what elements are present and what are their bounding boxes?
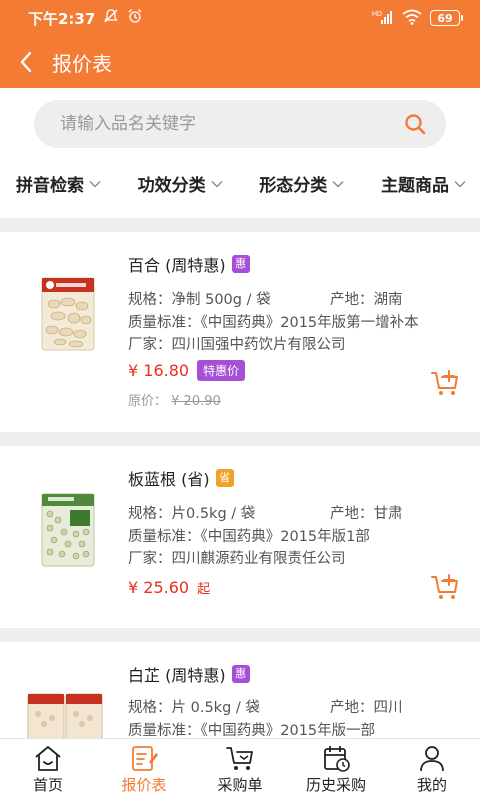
mute-icon <box>103 8 119 28</box>
product-spec: 规格：片0.5kg / 袋 <box>128 506 256 522</box>
battery-indicator: 69 <box>430 10 463 26</box>
province-tag: 省 <box>215 469 234 487</box>
filter-label: 功效分类 <box>137 175 206 196</box>
nav-label: 首页 <box>32 776 63 794</box>
discount-tag: 惠 <box>231 255 250 273</box>
product-name: 板蓝根 (省) 省 <box>128 466 234 490</box>
price-list-icon <box>132 746 158 771</box>
product-name: 白芷 (周特惠) 惠 <box>128 662 250 686</box>
filter-form[interactable]: 形态分类 <box>259 171 344 196</box>
special-price-badge: 特惠价 <box>197 360 246 381</box>
product-spec: 规格：片 0.5kg / 袋 <box>128 700 260 716</box>
search-icon[interactable] <box>404 113 426 135</box>
nav-history[interactable]: 历史采购 <box>288 739 384 800</box>
product-origin: 产地：湖南 <box>330 292 403 308</box>
chevron-down-icon <box>332 181 344 188</box>
nav-price-list[interactable]: 报价表 <box>96 739 192 800</box>
nav-label: 报价表 <box>121 776 167 794</box>
search-filter-panel: 拼音检索 功效分类 形态分类 主题商品 <box>0 88 480 218</box>
chevron-down-icon <box>454 181 466 188</box>
bottom-nav: 首页 报价表 采购单 历史采购 我的 <box>0 738 480 800</box>
search-input[interactable] <box>60 114 404 134</box>
original-price-value: ¥ 20.90 <box>171 394 221 409</box>
product-name: 百合 (周特惠) 惠 <box>128 252 250 276</box>
page-title: 报价表 <box>52 51 112 76</box>
filter-label: 形态分类 <box>259 175 328 196</box>
add-cart-icon <box>431 370 458 395</box>
filter-pinyin[interactable]: 拼音检索 <box>16 171 101 196</box>
search-box <box>34 100 446 148</box>
original-price: 原价： ¥ 20.90 <box>128 390 221 409</box>
back-button[interactable] <box>0 36 52 88</box>
chevron-down-icon <box>211 181 223 188</box>
price-value: ¥ 25.60 <box>128 578 190 597</box>
product-name-text: 板蓝根 (省) <box>128 470 210 489</box>
cart-icon <box>226 747 253 770</box>
discount-tag: 惠 <box>231 665 250 683</box>
nav-home[interactable]: 首页 <box>0 739 96 800</box>
filter-bar: 拼音检索 功效分类 形态分类 主题商品 <box>0 160 480 206</box>
product-origin: 产地：甘肃 <box>330 506 403 522</box>
status-time: 下午2:37 <box>28 9 96 28</box>
product-maker: 厂家：四川国强中药饮片有限公司 <box>128 337 346 353</box>
alarm-icon <box>127 8 143 28</box>
product-image <box>36 276 100 352</box>
signal-icon: HD <box>372 9 394 28</box>
filter-label: 主题商品 <box>380 175 449 196</box>
product-standard: 质量标准：《中国药典》2015年版1部 <box>128 529 370 545</box>
product-card[interactable]: 白芷 (周特惠) 惠 规格：片 0.5kg / 袋 产地：四川 质量标准：《中国… <box>0 642 480 740</box>
add-to-cart-button[interactable] <box>430 368 460 398</box>
app-header: 下午2:37 HD 69 报价表 <box>0 0 480 88</box>
user-icon <box>420 746 444 772</box>
product-price: ¥ 25.60 起 <box>128 578 210 597</box>
nav-cart[interactable]: 采购单 <box>192 739 288 800</box>
price-value: ¥ 16.80 <box>128 361 190 380</box>
product-spec: 规格：净制 500g / 袋 <box>128 292 271 308</box>
add-cart-icon <box>431 574 458 599</box>
nav-label: 历史采购 <box>305 776 366 794</box>
product-card[interactable]: 百合 (周特惠) 惠 规格：净制 500g / 袋 产地：湖南 质量标准：《中国… <box>0 232 480 432</box>
price-suffix: 起 <box>197 582 211 597</box>
product-name-text: 白芷 (周特惠) <box>128 666 226 685</box>
product-origin: 产地：四川 <box>330 700 403 716</box>
filter-efficacy[interactable]: 功效分类 <box>138 171 223 196</box>
nav-label: 我的 <box>416 776 447 794</box>
product-card[interactable]: 板蓝根 (省) 省 规格：片0.5kg / 袋 产地：甘肃 质量标准：《中国药典… <box>0 446 480 628</box>
calendar-icon <box>324 746 350 772</box>
chevron-down-icon <box>89 181 101 188</box>
product-image <box>36 492 100 568</box>
product-maker: 厂家：四川麒源药业有限责任公司 <box>128 551 346 567</box>
original-price-label: 原价： <box>128 394 168 409</box>
product-price: ¥ 16.80 特惠价 <box>128 360 246 381</box>
product-image <box>26 690 106 740</box>
home-icon <box>35 746 61 771</box>
add-to-cart-button[interactable] <box>430 572 460 602</box>
network-label: HD <box>372 11 382 18</box>
product-standard: 质量标准：《中国药典》2015年版一部 <box>128 723 376 739</box>
filter-theme[interactable]: 主题商品 <box>381 171 466 196</box>
filter-label: 拼音检索 <box>16 175 84 196</box>
wifi-icon <box>402 9 422 28</box>
product-standard: 质量标准：《中国药典》2015年版第一增补本 <box>128 315 419 331</box>
nav-label: 采购单 <box>217 776 263 794</box>
back-arrow-icon <box>20 51 32 73</box>
status-bar: 下午2:37 HD 69 <box>0 0 480 36</box>
nav-profile[interactable]: 我的 <box>384 739 480 800</box>
product-name-text: 百合 (周特惠) <box>128 256 226 275</box>
title-bar: 报价表 <box>0 36 480 88</box>
